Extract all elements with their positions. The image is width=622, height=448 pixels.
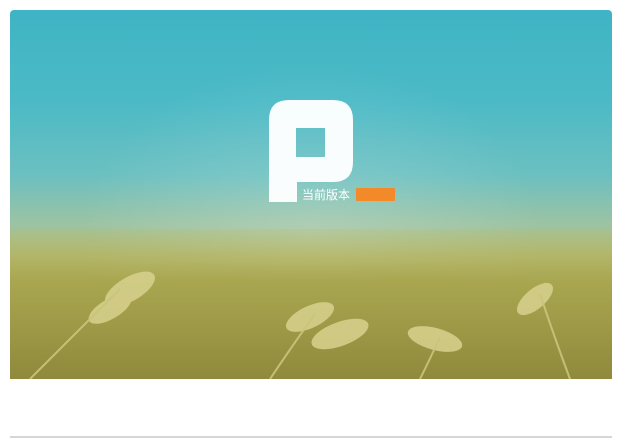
p-logo-icon bbox=[269, 100, 353, 202]
update-window: 当前版本 bbox=[0, 0, 622, 448]
version-label: 当前版本 bbox=[302, 188, 351, 202]
footer-divider bbox=[10, 436, 612, 438]
splash-banner: 当前版本 bbox=[10, 10, 612, 379]
wheat-field-image bbox=[10, 229, 612, 379]
version-badge bbox=[356, 188, 395, 201]
